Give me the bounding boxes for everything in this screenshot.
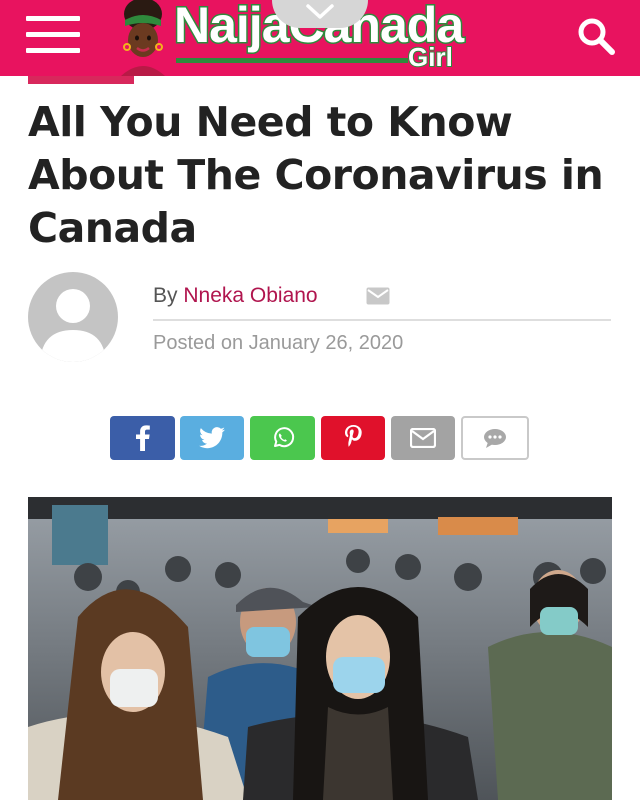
category-tag-strip bbox=[28, 76, 134, 84]
author-link[interactable]: Nneka Obiano bbox=[183, 284, 317, 307]
share-facebook-button[interactable] bbox=[110, 416, 175, 460]
mail-icon bbox=[410, 428, 436, 448]
comment-icon bbox=[484, 429, 506, 448]
site-header: NaijaCanada Girl bbox=[0, 0, 640, 76]
share-whatsapp-button[interactable] bbox=[250, 416, 315, 460]
logo-underline bbox=[176, 58, 408, 63]
share-email-button[interactable] bbox=[391, 416, 455, 460]
comments-button[interactable] bbox=[461, 416, 529, 460]
article-title: All You Need to Know About The Coronavir… bbox=[28, 98, 604, 252]
byline: By Nneka Obiano bbox=[153, 284, 318, 308]
featured-image bbox=[28, 497, 612, 800]
twitter-icon bbox=[199, 427, 225, 449]
share-pinterest-button[interactable] bbox=[321, 416, 385, 460]
post-date: Posted on January 26, 2020 bbox=[153, 332, 404, 354]
default-avatar-icon bbox=[40, 289, 106, 362]
byline-prefix: By bbox=[153, 284, 178, 307]
pinterest-icon bbox=[345, 425, 362, 447]
whatsapp-icon bbox=[273, 427, 294, 448]
facebook-icon bbox=[135, 425, 150, 451]
byline-divider bbox=[153, 319, 611, 321]
logo-subtext: Girl bbox=[407, 41, 454, 73]
logo-girl-icon bbox=[121, 0, 165, 76]
author-email-icon[interactable] bbox=[366, 287, 390, 305]
menu-icon[interactable] bbox=[26, 16, 80, 54]
search-icon[interactable] bbox=[574, 14, 618, 58]
share-twitter-button[interactable] bbox=[180, 416, 244, 460]
chevron-down-icon bbox=[306, 4, 334, 19]
header-dropdown-toggle[interactable] bbox=[272, 0, 368, 28]
author-avatar[interactable] bbox=[28, 272, 118, 362]
